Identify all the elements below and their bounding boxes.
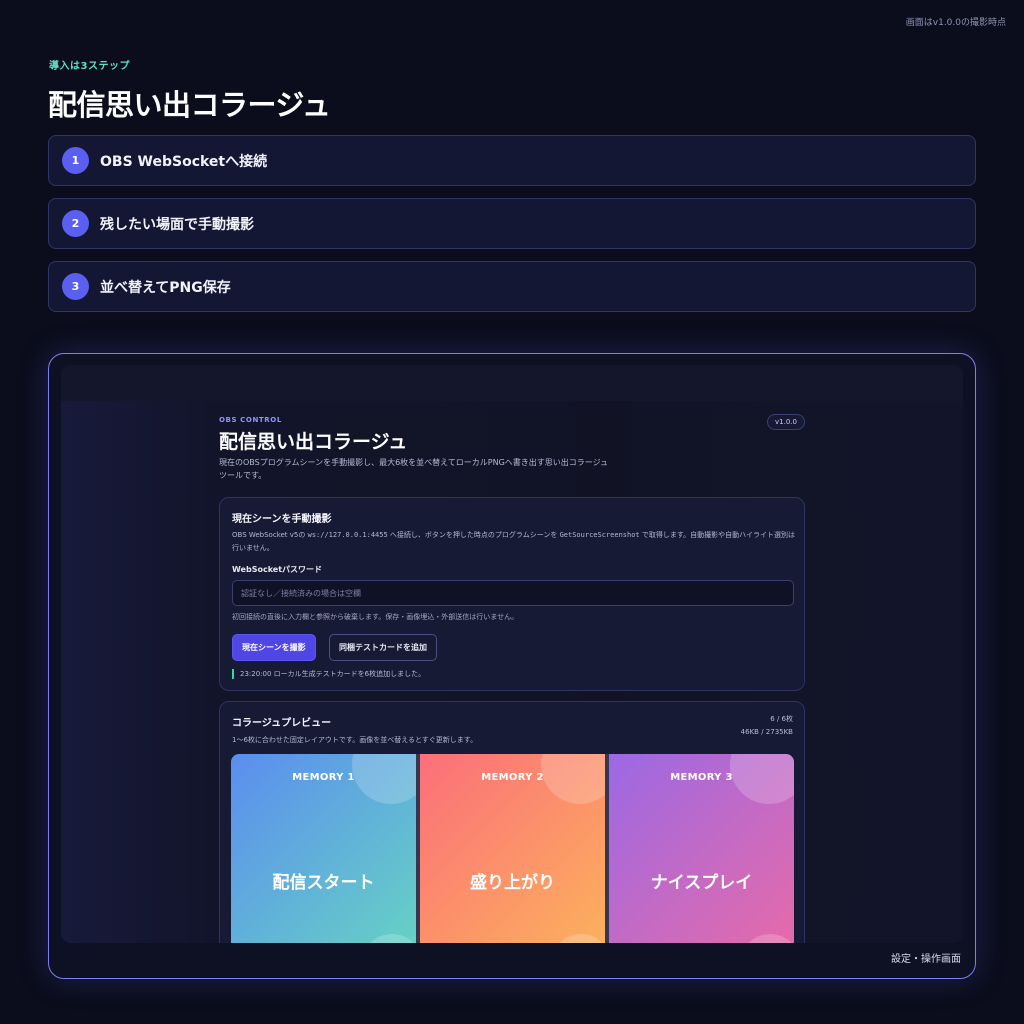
preview-card-title: コラージュプレビュー	[232, 718, 332, 729]
section-eyebrow: 導入は3ステップ	[49, 61, 130, 72]
capture-scene-button[interactable]: 現在シーンを撮影	[232, 634, 316, 661]
step-number-badge: 3	[62, 273, 89, 300]
step-number-badge: 1	[62, 147, 89, 174]
api-name: GetSourceScreenshot	[559, 531, 640, 539]
capture-card: 現在シーンを手動撮影 OBS WebSocket v5の ws://127.0.…	[219, 497, 805, 691]
add-test-cards-button[interactable]: 同梱テストカードを追加	[329, 634, 437, 661]
step-label: 残したい場面で手動撮影	[100, 216, 254, 233]
desc-text: OBS WebSocket v5の	[232, 531, 308, 539]
preview-card: コラージュプレビュー 1〜6枚に合わせた固定レイアウトです。画像を並べ替えるとす…	[219, 701, 805, 943]
step-item-1: 1 OBS WebSocketへ接続	[48, 135, 976, 186]
collage-tile-1[interactable]: MEMORY 1 配信スタート	[231, 754, 416, 943]
file-size: 46KB / 2735KB	[740, 728, 793, 736]
websocket-url: ws://127.0.0.1:4455	[307, 531, 388, 539]
page-title: 配信思い出コラージュ	[48, 88, 331, 122]
steps-list: 1 OBS WebSocketへ接続 2 残したい場面で手動撮影 3 並べ替えて…	[48, 135, 976, 324]
version-note: 画面はv1.0.0の撮影時点	[905, 18, 1006, 28]
capture-card-title: 現在シーンを手動撮影	[232, 514, 332, 525]
app-description: 現在のOBSプログラムシーンを手動撮影し、最大6枚を並べ替えてローカルPNGへ書…	[219, 458, 609, 480]
password-hint: 初回接続の直後に入力欄と参照から破棄します。保存・画像埋込・外部送信は行いません…	[232, 613, 519, 621]
tile-label: MEMORY 2	[481, 772, 544, 783]
password-input[interactable]	[232, 580, 794, 606]
tile-label: MEMORY 1	[292, 772, 355, 783]
step-item-2: 2 残したい場面で手動撮影	[48, 198, 976, 249]
app-title: 配信思い出コラージュ	[219, 431, 408, 453]
status-message: 23:20:00 ローカル生成テストカードを6枚追加しました。	[232, 669, 425, 679]
decorative-circle	[740, 934, 794, 943]
collage-tile-3[interactable]: MEMORY 3 ナイスプレイ	[609, 754, 794, 943]
screenshot-viewport: OBS CONTROL v1.0.0 配信思い出コラージュ 現在のOBSプログラ…	[61, 365, 963, 943]
collage-preview: MEMORY 1 配信スタート MEMORY 2 盛り上がり MEMORY 3 …	[231, 754, 794, 943]
tile-label: MEMORY 3	[670, 772, 733, 783]
tile-caption: 盛り上がり	[470, 873, 555, 893]
image-count: 6 / 6枚	[770, 715, 793, 723]
step-number-badge: 2	[62, 210, 89, 237]
version-badge: v1.0.0	[767, 414, 805, 430]
decorative-circle	[551, 934, 605, 943]
decorative-circle	[362, 934, 416, 943]
app-window: OBS CONTROL v1.0.0 配信思い出コラージュ 現在のOBSプログラ…	[61, 401, 963, 943]
password-label: WebSocketパスワード	[232, 565, 323, 574]
desc-text: へ接続し、ボタンを押した時点のプログラムシーンを	[387, 531, 560, 539]
screenshot-caption: 設定・操作画面	[891, 954, 961, 965]
step-label: OBS WebSocketへ接続	[100, 153, 268, 170]
collage-tile-2[interactable]: MEMORY 2 盛り上がり	[420, 754, 605, 943]
app-eyebrow: OBS CONTROL	[219, 416, 282, 424]
capture-card-description: OBS WebSocket v5の ws://127.0.0.1:4455 へ接…	[232, 529, 796, 555]
screenshot-frame: OBS CONTROL v1.0.0 配信思い出コラージュ 現在のOBSプログラ…	[48, 353, 976, 979]
collage-stats: 6 / 6枚 46KB / 2735KB	[741, 713, 793, 739]
step-label: 並べ替えてPNG保存	[100, 279, 231, 296]
tile-caption: ナイスプレイ	[650, 873, 753, 893]
step-item-3: 3 並べ替えてPNG保存	[48, 261, 976, 312]
preview-card-description: 1〜6枚に合わせた固定レイアウトです。画像を並べ替えるとすぐ更新します。	[232, 736, 478, 744]
tile-caption: 配信スタート	[272, 873, 375, 893]
